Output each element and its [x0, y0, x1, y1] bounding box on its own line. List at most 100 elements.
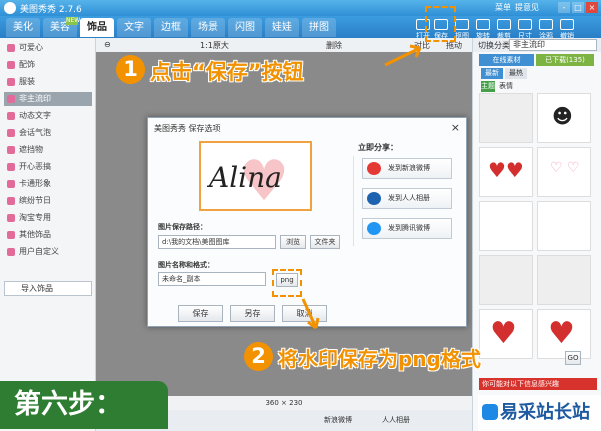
tencent-weibo-icon	[367, 222, 381, 235]
filename-input[interactable]: 未命名_副本	[158, 272, 266, 286]
step2-number: 2	[244, 342, 273, 371]
maximize-button[interactable]: □	[572, 2, 584, 13]
share-renren-button[interactable]: 发到人人相册	[362, 188, 452, 209]
tab-frame[interactable]: 边框	[154, 18, 188, 37]
sticker-thumbnail[interactable]: ♥	[479, 309, 533, 359]
cartoon-icon	[7, 180, 15, 188]
weibo-link[interactable]: 新浪微博	[324, 415, 352, 425]
sidebar-item-festival[interactable]: 缤纷节日	[4, 194, 92, 208]
sticker-thumbnail[interactable]: ♥♥	[479, 147, 533, 197]
category-label: 切换分类	[478, 41, 510, 50]
brush-icon	[539, 19, 553, 30]
sidebar-item-funny[interactable]: 开心恶搞	[4, 160, 92, 174]
path-label: 图片保存路径：	[158, 223, 207, 231]
path-input[interactable]: d:\我的文档\美图图库	[158, 235, 276, 249]
taobao-icon	[7, 214, 15, 222]
browse-button[interactable]: 浏览	[280, 235, 306, 249]
sticker-thumbnail[interactable]: ♡ ♡	[537, 147, 591, 197]
funny-icon	[7, 163, 15, 171]
category-select[interactable]: 非主流印	[509, 39, 597, 51]
zoom-level[interactable]: 1:1原大	[200, 40, 229, 51]
sidebar-item-taobao[interactable]: 淘宝专用	[4, 211, 92, 225]
save-button[interactable]: 保存	[178, 305, 223, 322]
title-bar: 美图秀秀 2.7.6 菜单 提意见 - □ ×	[0, 0, 601, 16]
import-accessory-button[interactable]: 导入饰品	[4, 281, 92, 296]
sidebar-item-cartoon[interactable]: 卡通形象	[4, 177, 92, 191]
go-button[interactable]: GO	[565, 351, 581, 365]
arrow-to-save-icon	[384, 44, 422, 67]
share-area: 发到新浪微博 发到人人相册 发到腾讯微博	[353, 156, 458, 246]
tab-downloaded[interactable]: 已下载(135)	[536, 54, 594, 66]
bubble-icon	[7, 129, 15, 137]
stamp-icon	[7, 95, 15, 103]
sidebar-item-accessory[interactable]: 配饰	[4, 58, 92, 72]
app-title: 美图秀秀 2.7.6	[20, 5, 82, 15]
heart-icon	[7, 44, 15, 52]
rotate-icon	[476, 19, 490, 30]
sticker-thumbnail[interactable]	[537, 201, 591, 251]
user-icon	[7, 248, 15, 256]
sidebar-item-custom[interactable]: 用户自定义	[4, 245, 92, 259]
minimize-button[interactable]: -	[558, 2, 570, 13]
step-label: 第六步：	[0, 381, 168, 429]
site-logo-icon	[482, 404, 498, 420]
text-icon	[7, 112, 15, 120]
feedback-link[interactable]: 提意见	[515, 2, 539, 13]
dialog-close-icon[interactable]: ×	[451, 121, 460, 134]
name-label: 图片名称和格式：	[158, 261, 214, 269]
tab-online[interactable]: 在线素材	[479, 54, 534, 66]
resize-icon	[518, 19, 532, 30]
sticker-thumbnail[interactable]	[479, 255, 533, 305]
sticker-thumbnail[interactable]: ♥	[537, 309, 591, 359]
other-icon	[7, 231, 15, 239]
sidebar-item-other[interactable]: 其他饰品	[4, 228, 92, 242]
subtab-emoji[interactable]: 表情	[497, 81, 515, 92]
tab-accessories[interactable]: 饰品	[80, 18, 114, 37]
promo-banner[interactable]: 你可能对以下信息感兴趣	[479, 378, 597, 390]
tab-text[interactable]: 文字	[117, 18, 151, 37]
site-watermark: 易采站长站	[478, 395, 601, 431]
image-preview: ♥ Alina	[199, 141, 312, 211]
tab-collage[interactable]: 拼图	[302, 18, 336, 37]
sidebar-item-speech-bubble[interactable]: 会话气泡	[4, 126, 92, 140]
preview-signature: Alina	[209, 161, 282, 194]
close-button[interactable]: ×	[586, 2, 598, 13]
png-highlight-box	[272, 269, 302, 297]
tab-scene[interactable]: 场景	[191, 18, 225, 37]
right-panel: 切换分类 非主流印 在线素材 已下载(135) 最新 最热 主题 表情 ☻ ♥♥…	[472, 38, 601, 431]
open-folder-button[interactable]: 文件夹	[310, 235, 340, 249]
new-badge: NEW	[66, 17, 81, 25]
tab-flash[interactable]: 闪图	[228, 18, 262, 37]
sidebar-item-dynamic-text[interactable]: 动态文字	[4, 109, 92, 123]
sidebar-item-clothes[interactable]: 服装	[4, 75, 92, 89]
sticker-thumbnail[interactable]	[479, 201, 533, 251]
delete-tool[interactable]: 删除	[326, 40, 342, 51]
sidebar-item-cute-heart[interactable]: 可爱心	[4, 41, 92, 55]
category-bar: 切换分类 非主流印	[473, 38, 601, 52]
tab-doll[interactable]: 娃娃	[265, 18, 299, 37]
dialog-title: 美图秀秀 保存选项	[154, 124, 221, 133]
sidebar-item-mask[interactable]: 遮挡物	[4, 143, 92, 157]
share-tencent-button[interactable]: 发到腾讯微博	[362, 218, 452, 239]
share-weibo-button[interactable]: 发到新浪微博	[362, 158, 452, 179]
subtab-hot[interactable]: 最热	[505, 68, 527, 79]
tab-beautify[interactable]: 美化	[6, 18, 40, 37]
subtab-theme[interactable]: 主题	[481, 81, 495, 92]
step1-instruction: 点击“保存”按钮	[150, 60, 304, 84]
share-label: 立即分享：	[358, 143, 398, 152]
zoom-out-icon[interactable]: ⊖	[104, 40, 111, 49]
renren-link[interactable]: 人人相册	[382, 415, 410, 425]
menu-link[interactable]: 菜单	[495, 2, 511, 13]
app-logo-icon	[4, 2, 16, 14]
undo-icon	[560, 19, 574, 30]
festival-icon	[7, 197, 15, 205]
sticker-thumbnail[interactable]: ☻	[537, 93, 591, 143]
sidebar-item-nonmainstream[interactable]: 非主流印	[4, 92, 92, 106]
sticker-thumbnail[interactable]	[479, 93, 533, 143]
sticker-thumbnail[interactable]	[537, 255, 591, 305]
save-as-button[interactable]: 另存	[230, 305, 275, 322]
clothes-icon	[7, 78, 15, 86]
mask-icon	[7, 146, 15, 154]
crop-icon	[497, 19, 511, 30]
subtab-latest[interactable]: 最新	[481, 68, 503, 79]
